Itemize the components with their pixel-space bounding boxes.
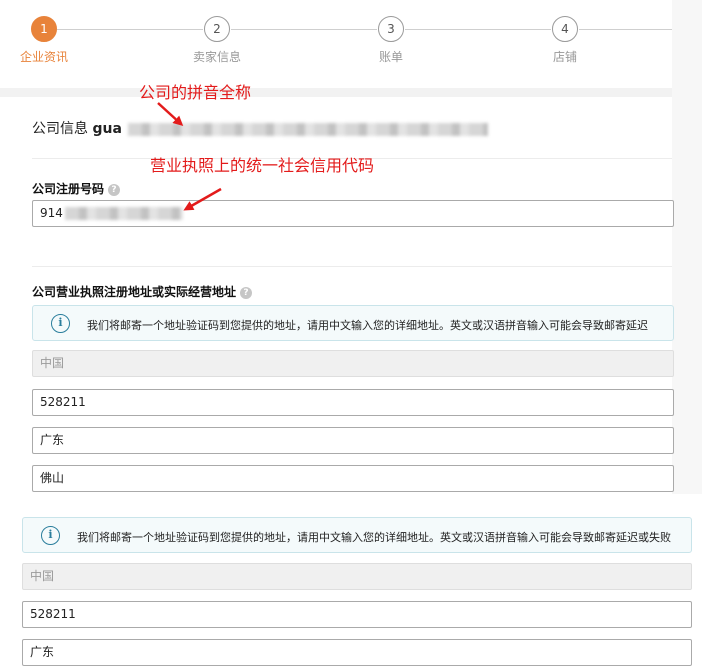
address-label-text: 公司营业执照注册地址或实际经营地址 [32,285,237,299]
address-notice-text-lower: 我们将邮寄一个地址验证码到您提供的地址，请用中文输入您的详细地址。英文或汉语拼音… [77,531,671,544]
step-number: 1 [31,16,57,42]
address-notice-text: 我们将邮寄一个地址验证码到您提供的地址，请用中文输入您的详细地址。英文或汉语拼音… [87,319,648,332]
company-name-visible: gua [92,121,122,137]
info-icon: i [41,526,60,545]
step-label: 企业资讯 [19,50,68,64]
section-separator [0,88,672,97]
province-input[interactable]: 广东 [32,427,674,454]
postal-code-input-lower[interactable]: 528211 [22,601,692,628]
city-input[interactable]: 佛山 [32,465,674,492]
step-label: 卖家信息 [192,50,241,64]
registration-number-redacted [64,207,183,220]
registration-number-label: 公司注册号码? [32,180,121,197]
postal-code-input[interactable]: 528211 [32,389,674,416]
step-label: 账单 [378,50,403,64]
divider [32,266,672,267]
info-icon: i [51,314,70,333]
province-input-lower[interactable]: 广东 [22,639,692,666]
registration-number-value: 914 [40,206,63,220]
progress-stepper: 1 企业资讯 2 卖家信息 3 账单 4 店铺 [0,0,672,88]
step-company-info[interactable]: 1 企业资讯 [0,16,89,65]
country-select[interactable]: 中国 [32,350,674,377]
step-number: 2 [204,16,230,42]
step-seller-info[interactable]: 2 卖家信息 [172,16,262,65]
step-number: 3 [378,16,404,42]
company-info-row: 公司信息 gua [32,118,672,138]
help-icon[interactable]: ? [240,287,253,299]
step-label: 店铺 [552,50,577,64]
page-edge-shadow [672,0,702,494]
country-select-lower[interactable]: 中国 [22,563,692,590]
annotation-credit-code: 营业执照上的统一社会信用代码 [150,156,375,175]
registration-number-label-text: 公司注册号码 [32,182,105,196]
address-label: 公司营业执照注册地址或实际经营地址? [32,283,253,300]
company-name-redacted [128,122,489,136]
step-billing[interactable]: 3 账单 [346,16,436,65]
help-icon[interactable]: ? [108,184,121,196]
registration-number-input[interactable]: 914 [32,200,674,227]
annotation-company-name: 公司的拼音全称 [139,83,252,102]
address-notice-box-lower: i 我们将邮寄一个地址验证码到您提供的地址，请用中文输入您的详细地址。英文或汉语… [22,517,692,553]
address-notice-box: i 我们将邮寄一个地址验证码到您提供的地址，请用中文输入您的详细地址。英文或汉语… [32,305,674,341]
step-store[interactable]: 4 店铺 [520,16,610,65]
company-info-label: 公司信息 [32,121,88,137]
step-number: 4 [552,16,578,42]
